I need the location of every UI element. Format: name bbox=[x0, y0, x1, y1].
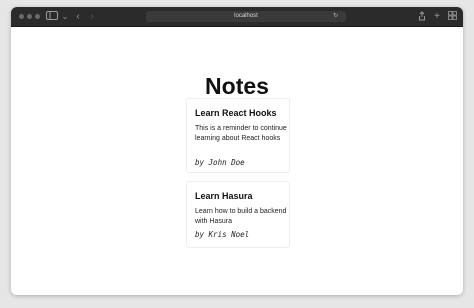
note-title: Learn React Hooks bbox=[195, 108, 277, 118]
page-title: Notes bbox=[205, 73, 269, 99]
zoom-window-button[interactable] bbox=[35, 14, 40, 19]
sidebar-icon[interactable] bbox=[45, 11, 59, 22]
chevron-right-icon[interactable]: › bbox=[87, 11, 97, 22]
close-window-button[interactable] bbox=[19, 14, 24, 19]
minimize-window-button[interactable] bbox=[27, 14, 32, 19]
note-body: Learn how to build a backend with Hasura bbox=[195, 208, 287, 225]
chevron-left-icon[interactable]: ‹ bbox=[73, 11, 83, 22]
browser-window: ⌄ ‹ › localhost ↻ + Notes Learn React Ho… bbox=[11, 7, 463, 295]
plus-icon[interactable]: + bbox=[432, 11, 442, 22]
note-card: Learn React Hooks This is a reminder to … bbox=[186, 98, 290, 173]
share-icon[interactable] bbox=[417, 11, 427, 22]
address-bar[interactable]: localhost ↻ bbox=[146, 11, 346, 22]
browser-toolbar: ⌄ ‹ › localhost ↻ + bbox=[11, 7, 463, 27]
note-author: by Kris Noel bbox=[195, 230, 250, 239]
note-author: by John Doe bbox=[195, 158, 245, 167]
note-body: This is a reminder to continue learning … bbox=[195, 125, 287, 142]
chevron-down-icon[interactable]: ⌄ bbox=[61, 11, 69, 22]
page-content: Notes Learn React Hooks This is a remind… bbox=[11, 27, 463, 295]
note-title: Learn Hasura bbox=[195, 191, 253, 201]
url-text: localhost bbox=[234, 13, 258, 19]
reload-icon[interactable]: ↻ bbox=[333, 11, 338, 22]
tab-overview-icon[interactable] bbox=[447, 11, 457, 22]
note-card: Learn Hasura Learn how to build a backen… bbox=[186, 181, 290, 248]
